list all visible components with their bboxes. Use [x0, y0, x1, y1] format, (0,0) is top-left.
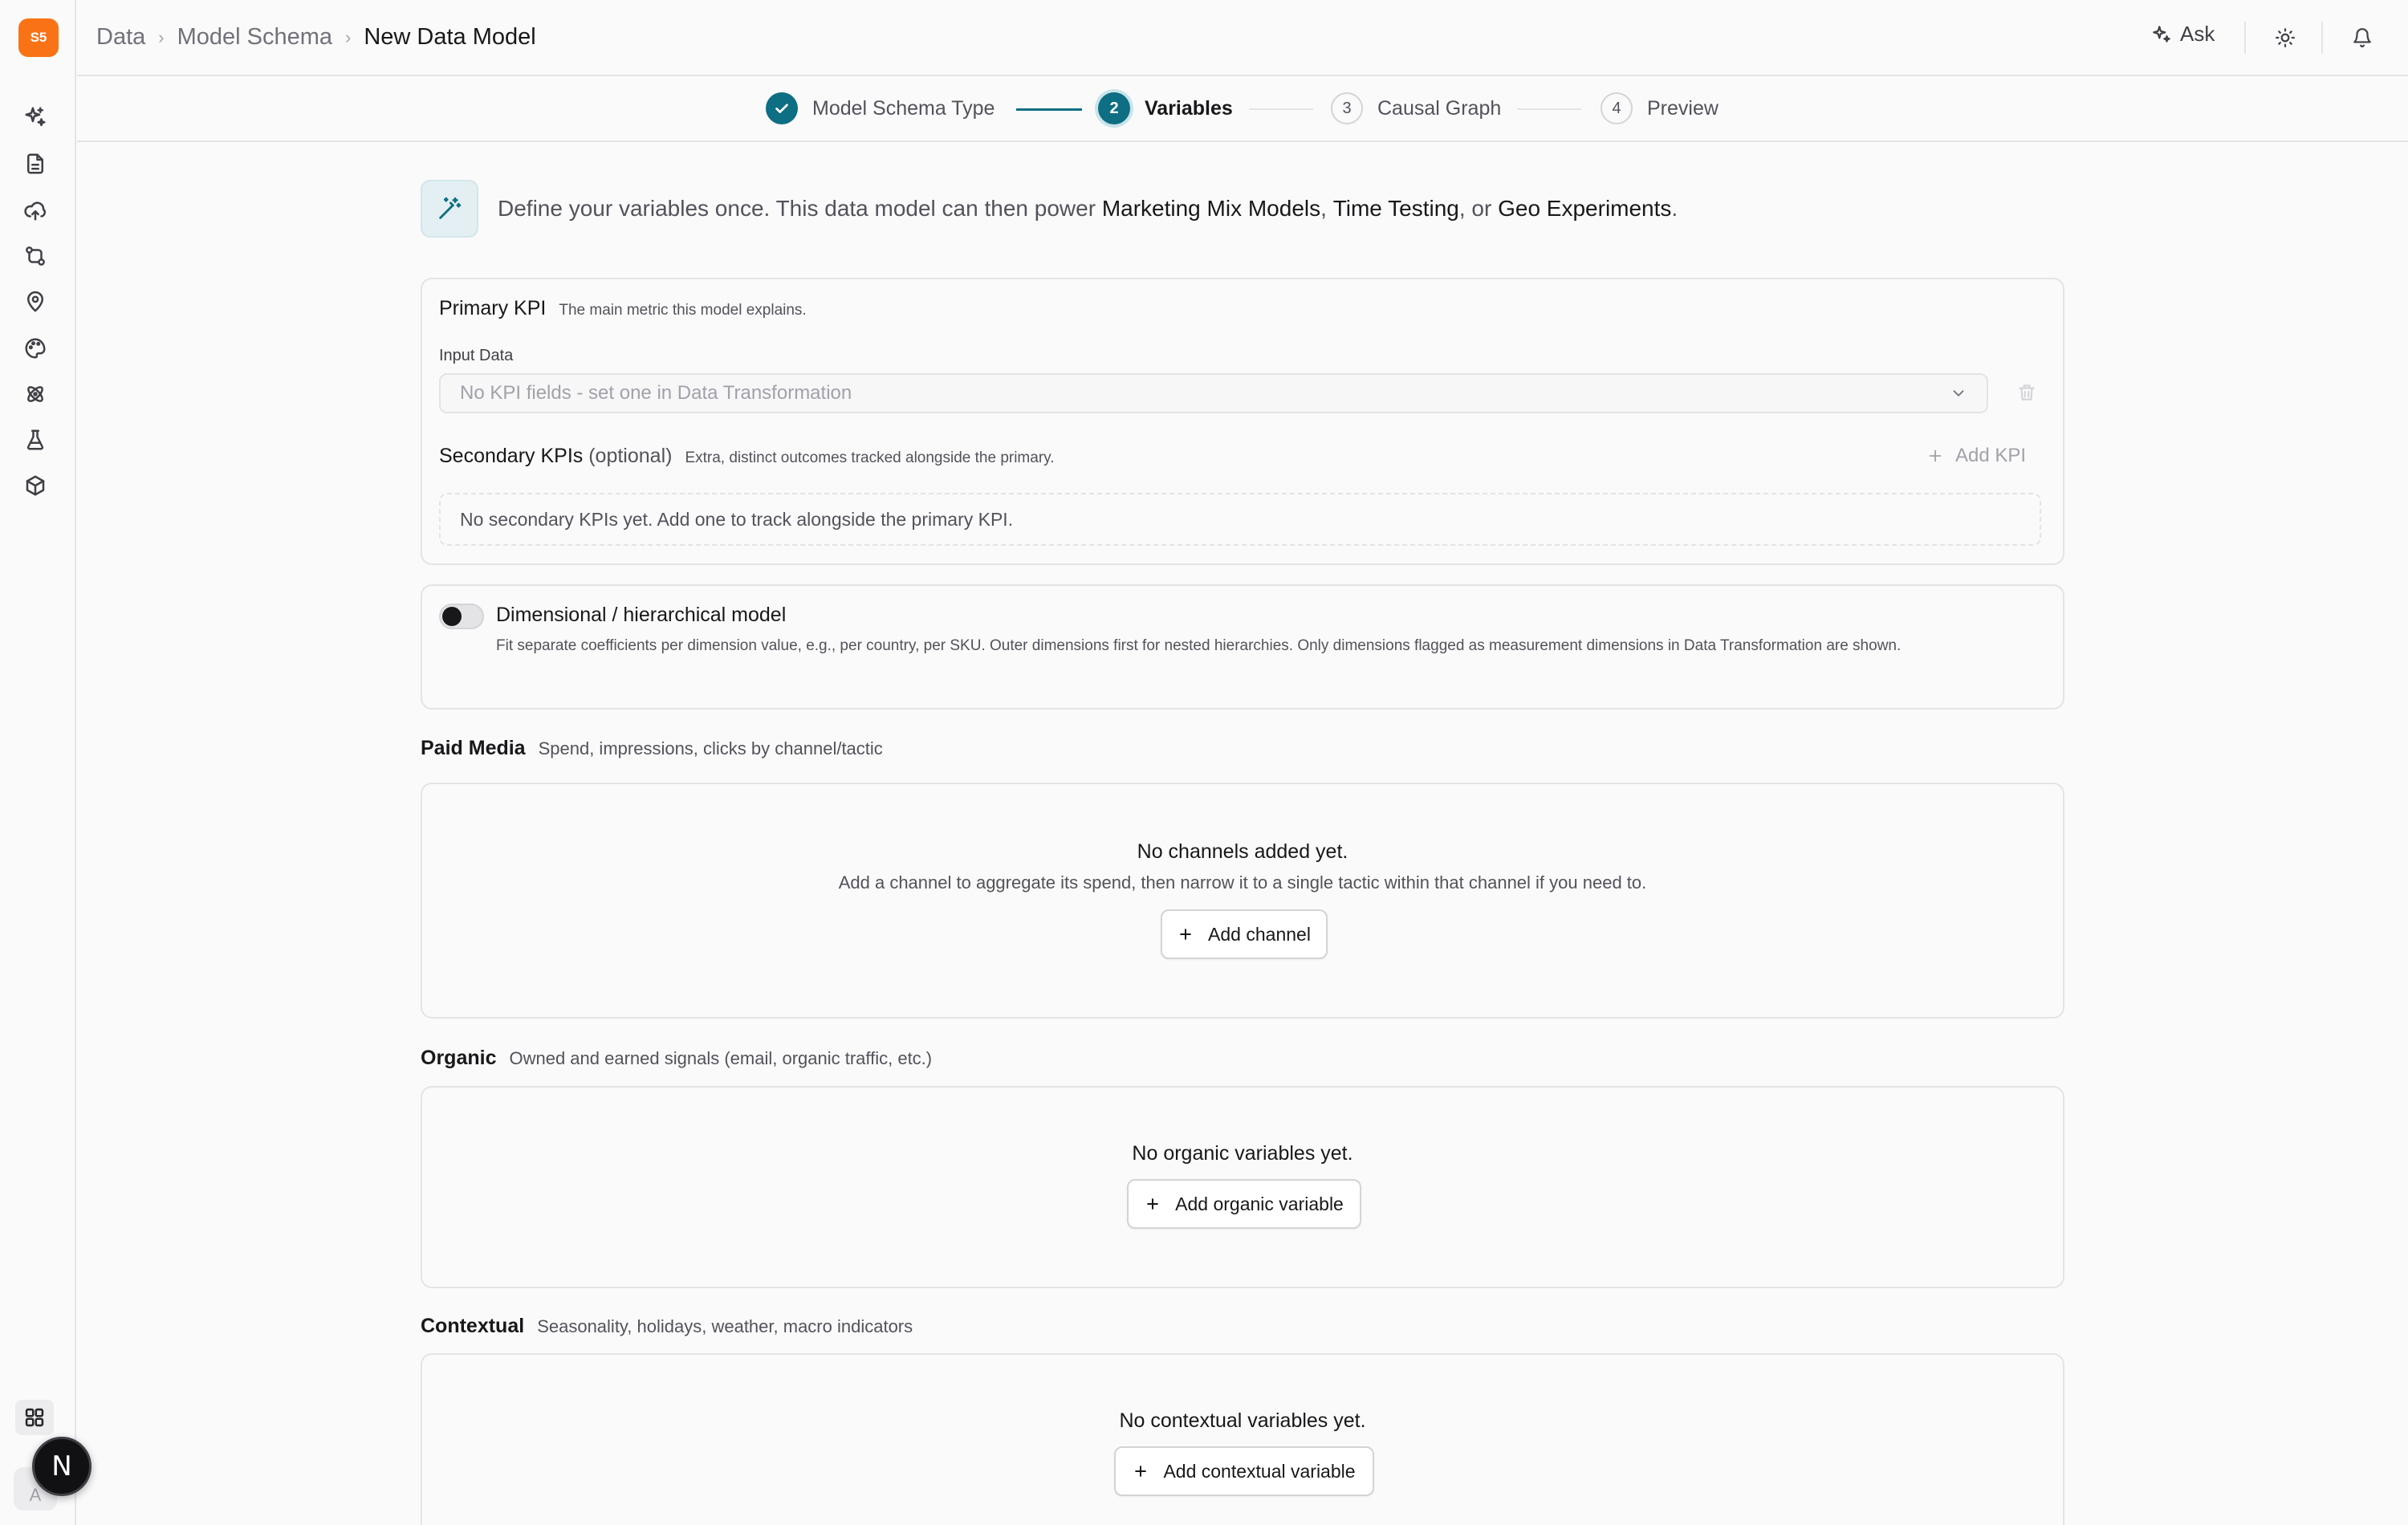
magic-wand-icon — [421, 180, 478, 238]
intro-link-time-testing: Time Testing — [1332, 196, 1459, 221]
step-number: 3 — [1331, 92, 1363, 124]
step-label: Variables — [1145, 96, 1233, 120]
dimensional-card: Dimensional / hierarchical model Fit sep… — [421, 584, 2064, 710]
add-channel-label: Add channel — [1208, 923, 1311, 945]
map-pin-icon[interactable] — [21, 287, 50, 316]
paid-media-header: Paid Media Spend, impressions, clicks by… — [421, 737, 883, 760]
palette-icon[interactable] — [21, 334, 50, 363]
step-variables[interactable]: 2 Variables — [1098, 92, 1233, 124]
stepper: Model Schema Type 2 Variables 3 Causal G… — [77, 78, 2408, 142]
breadcrumb: Data › Model Schema › New Data Model — [96, 24, 536, 51]
secondary-kpis-header: Secondary KPIs (optional) Extra, distinc… — [439, 445, 1055, 468]
contextual-header: Contextual Seasonality, holidays, weathe… — [421, 1315, 913, 1338]
paid-media-empty-sub: Add a channel to aggregate its spend, th… — [838, 872, 1647, 893]
primary-kpi-description: The main metric this model explains. — [559, 302, 807, 319]
box-icon[interactable] — [21, 471, 50, 500]
divider — [2321, 22, 2323, 54]
document-icon[interactable] — [21, 149, 50, 178]
sparkles-icon — [2151, 24, 2172, 45]
sidebar: S5 A N — [0, 0, 92, 1525]
paid-media-title: Paid Media — [421, 737, 526, 759]
plus-icon — [1926, 447, 1944, 465]
kpi-card: Primary KPI The main metric this model e… — [421, 278, 2064, 565]
toggle-knob — [442, 607, 462, 626]
step-preview[interactable]: 4 Preview — [1601, 92, 1719, 124]
sun-icon[interactable] — [2273, 26, 2297, 50]
intro-link-geo: Geo Experiments — [1498, 196, 1672, 221]
organic-card: No organic variables yet. Add organic va… — [421, 1086, 2064, 1288]
add-organic-variable-label: Add organic variable — [1175, 1193, 1344, 1214]
intro-link-mmm: Marketing Mix Models — [1101, 196, 1321, 221]
dimensional-description: Fit separate coefficients per dimension … — [496, 637, 1902, 654]
input-data-label: Input Data — [439, 347, 514, 364]
primary-kpi-header: Primary KPI The main metric this model e… — [439, 297, 807, 320]
top-bar: Data › Model Schema › New Data Model Ask — [77, 0, 2408, 76]
organic-header: Organic Owned and earned signals (email,… — [421, 1047, 932, 1070]
organic-description: Owned and earned signals (email, organic… — [509, 1048, 933, 1068]
select-placeholder: No KPI fields - set one in Data Transfor… — [460, 382, 852, 404]
dimensional-toggle[interactable] — [439, 604, 484, 629]
contextual-empty-title: No contextual variables yet. — [1119, 1409, 1366, 1432]
check-icon — [766, 92, 798, 124]
grid-icon[interactable] — [15, 1400, 54, 1435]
plus-icon — [1178, 926, 1194, 942]
trash-icon[interactable] — [2016, 382, 2037, 403]
step-number: 2 — [1098, 92, 1130, 124]
step-connector — [1016, 108, 1082, 111]
secondary-kpis-description: Extra, distinct outcomes tracked alongsi… — [685, 449, 1055, 466]
intro-banner: Define your variables once. This data mo… — [421, 180, 1678, 238]
chevron-down-icon — [1950, 384, 1967, 402]
step-model-schema-type[interactable]: Model Schema Type — [766, 92, 995, 124]
step-causal-graph[interactable]: 3 Causal Graph — [1331, 92, 1501, 124]
plus-icon — [1145, 1196, 1161, 1212]
paid-media-card: No channels added yet. Add a channel to … — [421, 783, 2064, 1019]
breadcrumb-model-schema[interactable]: Model Schema — [177, 24, 332, 51]
paid-media-description: Spend, impressions, clicks by channel/ta… — [538, 738, 883, 758]
step-label: Model Schema Type — [812, 96, 995, 120]
add-contextual-variable-button[interactable]: Add contextual variable — [1114, 1446, 1374, 1496]
add-kpi-label: Add KPI — [1955, 445, 2027, 466]
chevron-right-icon: › — [345, 26, 352, 47]
dimensional-title: Dimensional / hierarchical model — [496, 604, 787, 626]
app-logo[interactable]: S5 — [18, 18, 59, 57]
plus-icon — [1133, 1463, 1149, 1479]
add-channel-button[interactable]: Add channel — [1161, 909, 1328, 959]
organic-empty-title: No organic variables yet. — [1132, 1142, 1353, 1165]
add-kpi-button[interactable]: Add KPI — [1926, 445, 2026, 467]
flask-icon[interactable] — [21, 425, 50, 454]
add-organic-variable-button[interactable]: Add organic variable — [1127, 1179, 1361, 1229]
breadcrumb-data[interactable]: Data — [96, 24, 145, 51]
step-connector — [1517, 108, 1581, 110]
step-number: 4 — [1601, 92, 1633, 124]
step-label: Causal Graph — [1377, 96, 1502, 120]
contextual-title: Contextual — [421, 1315, 525, 1337]
chevron-right-icon: › — [158, 26, 165, 47]
divider — [2244, 22, 2246, 54]
n-badge[interactable]: N — [32, 1437, 92, 1496]
contextual-card: No contextual variables yet. Add context… — [421, 1353, 2064, 1525]
step-connector — [1249, 108, 1313, 110]
secondary-kpis-empty: No secondary KPIs yet. Add one to track … — [439, 493, 2041, 546]
contextual-description: Seasonality, holidays, weather, macro in… — [537, 1316, 913, 1336]
git-compare-icon[interactable] — [21, 242, 50, 270]
intro-text: Define your variables once. This data mo… — [498, 196, 1678, 221]
ask-label: Ask — [2180, 22, 2215, 46]
bell-icon[interactable] — [2350, 26, 2374, 50]
organic-title: Organic — [421, 1047, 497, 1069]
primary-kpi-select[interactable]: No KPI fields - set one in Data Transfor… — [439, 373, 1988, 413]
cloud-upload-icon[interactable] — [21, 196, 50, 225]
secondary-kpis-title: Secondary KPIs (optional) — [439, 445, 673, 467]
add-contextual-variable-label: Add contextual variable — [1163, 1460, 1356, 1482]
paid-media-empty-title: No channels added yet. — [1137, 840, 1348, 863]
ask-button[interactable]: Ask — [2151, 22, 2215, 47]
atom-icon[interactable] — [21, 380, 50, 409]
page-title: New Data Model — [364, 24, 536, 50]
sparkles-icon[interactable] — [21, 103, 50, 132]
step-label: Preview — [1647, 96, 1719, 120]
primary-kpi-title: Primary KPI — [439, 297, 547, 319]
